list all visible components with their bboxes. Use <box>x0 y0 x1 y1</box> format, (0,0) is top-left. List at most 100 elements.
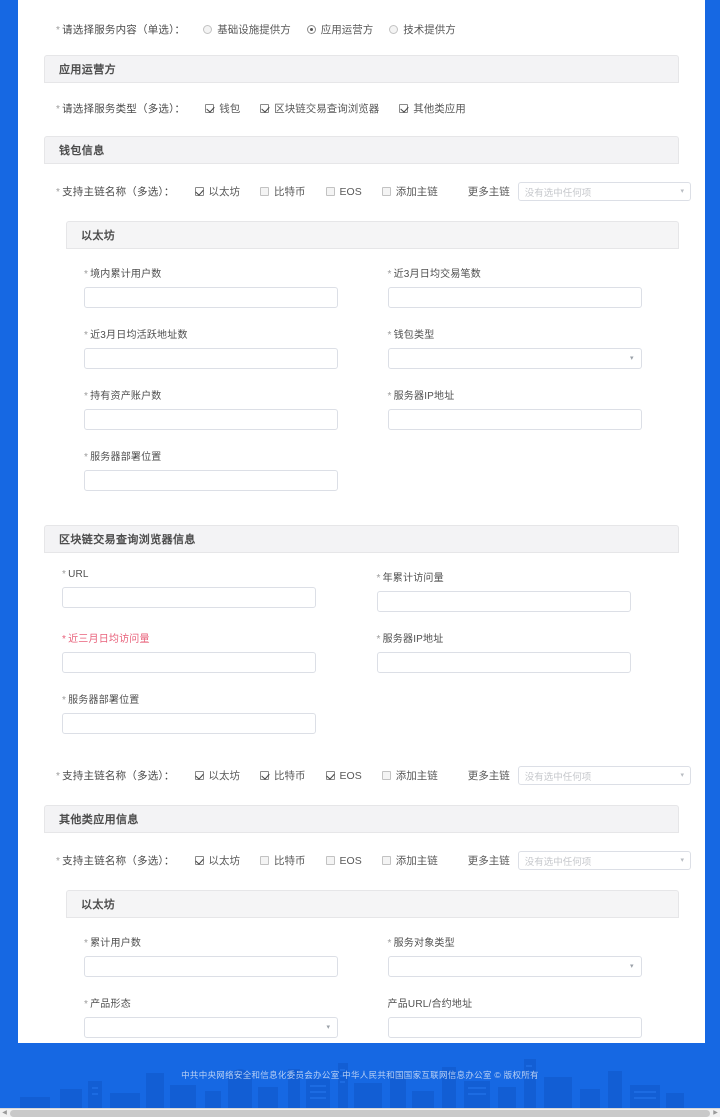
checkbox-option-ethereum[interactable]: 以太坊 <box>194 768 240 783</box>
more-chains-label: 更多主链 <box>467 770 510 782</box>
more-chains-select[interactable]: 没有选中任何项 ▾ <box>517 766 691 785</box>
section-header-explorer: 区块链交易查询浏览器信息 <box>44 525 679 553</box>
checkbox-icon[interactable] <box>325 187 335 196</box>
checkbox-icon-checked[interactable] <box>194 771 204 780</box>
input-explorer-server-ip[interactable] <box>376 652 631 673</box>
horizontal-scrollbar[interactable]: ◀ ▶ <box>0 1108 720 1117</box>
radio-label: 技术提供方 <box>403 24 456 36</box>
checkbox-icon[interactable] <box>260 856 270 865</box>
input-server-ip[interactable] <box>387 409 642 430</box>
checkbox-label: 以太坊 <box>208 855 241 867</box>
radio-option-technology[interactable]: 技术提供方 <box>389 22 456 37</box>
checkbox-icon-checked[interactable] <box>205 104 215 113</box>
scrollbar-thumb[interactable] <box>10 1110 710 1117</box>
checkbox-label: 其他类应用 <box>413 103 466 115</box>
checkbox-option-add-chain[interactable]: 添加主链 <box>381 853 438 868</box>
input-annual-visits[interactable] <box>376 591 631 612</box>
other-app-chain-row: * 支持主链名称（多选）： 以太坊 比特币 EOS 添加主链 更多主链 没有选中… <box>32 833 691 884</box>
checkbox-option-ethereum[interactable]: 以太坊 <box>194 853 241 868</box>
scroll-left-icon[interactable]: ◀ <box>0 1110 9 1117</box>
checkbox-option-add-chain[interactable]: 添加主链 <box>381 768 438 783</box>
select-wallet-type[interactable]: ▾ <box>387 348 642 369</box>
checkbox-icon[interactable] <box>381 771 391 780</box>
input-total-users[interactable] <box>84 956 338 977</box>
checkbox-icon-checked[interactable] <box>260 771 270 780</box>
field-label: * 服务器部署位置 <box>84 452 162 463</box>
field-label: * 近3月日均活跃地址数 <box>84 330 188 341</box>
checkbox-option-eos[interactable]: EOS <box>325 186 362 198</box>
checkbox-icon[interactable] <box>325 856 335 865</box>
checkbox-icon-checked[interactable] <box>399 104 409 113</box>
radio-icon[interactable] <box>389 25 399 34</box>
checkbox-label: 添加主链 <box>395 770 438 782</box>
required-star-icon: * <box>56 104 61 115</box>
input-avg-daily-active-addr-3m[interactable] <box>84 348 338 369</box>
form-panel: *请选择服务内容（单选）： 基础设施提供方 应用运营方 技术提供方 应用运营方 <box>18 0 705 1043</box>
radio-icon-selected[interactable] <box>306 25 316 34</box>
required-star-icon: * <box>84 269 89 280</box>
field-label: * 近3月日均交易笔数 <box>387 269 481 280</box>
chevron-down-icon: ▾ <box>680 857 684 864</box>
other-app-chain-label: * 支持主链名称（多选）： <box>56 855 175 867</box>
more-chains-label: 更多主链 <box>467 186 510 198</box>
field-avg-daily-active-addr-3m: * 近3月日均活跃地址数 <box>84 326 388 369</box>
field-label: * 服务器IP地址 <box>387 391 455 402</box>
required-star-icon: * <box>62 569 67 580</box>
checkbox-option-bitcoin[interactable]: 比特币 <box>260 853 306 868</box>
checkbox-icon-checked[interactable] <box>194 856 204 865</box>
input-avg-daily-tx-3m[interactable] <box>387 287 642 308</box>
checkbox-option-bitcoin[interactable]: 比特币 <box>260 184 306 199</box>
checkbox-option-wallet[interactable]: 钱包 <box>205 101 240 116</box>
radio-option-infrastructure[interactable]: 基础设施提供方 <box>203 22 291 37</box>
checkbox-label: 添加主链 <box>395 855 438 867</box>
checkbox-label: 区块链交易查询浏览器 <box>274 103 380 115</box>
radio-option-operator[interactable]: 应用运营方 <box>306 22 373 37</box>
input-domestic-total-users[interactable] <box>84 287 338 308</box>
explorer-fields: * URL * 年累计访问量 * 近三月日均访问量 * 服务器IP地址 * 服务… <box>32 553 691 762</box>
input-explorer-url[interactable] <box>62 587 316 608</box>
field-server-location: * 服务器部署位置 <box>84 448 388 491</box>
checkbox-icon-checked[interactable] <box>325 771 335 780</box>
field-product-url: 产品URL/合约地址 <box>387 995 692 1038</box>
more-chains-placeholder: 没有选中任何项 <box>524 856 592 868</box>
field-avg-daily-tx-3m: * 近3月日均交易笔数 <box>387 265 692 308</box>
other-app-ethereum-fields: * 累计用户数 * 服务对象类型 ▾ * 产品形态 ▾ 产品URL/合约地址 <box>32 918 691 1043</box>
input-product-url[interactable] <box>387 1017 642 1038</box>
checkbox-icon-checked[interactable] <box>260 104 270 113</box>
subsection-header-ethereum-wallet: 以太坊 <box>66 221 679 249</box>
select-product-form[interactable]: ▾ <box>84 1017 338 1038</box>
field-service-target-type: * 服务对象类型 ▾ <box>387 934 692 977</box>
required-star-icon: * <box>62 634 67 645</box>
field-explorer-server-ip: * 服务器IP地址 <box>376 630 692 673</box>
checkbox-icon[interactable] <box>260 187 270 196</box>
checkbox-option-add-chain[interactable]: 添加主链 <box>381 184 438 199</box>
input-asset-holding-accounts[interactable] <box>84 409 338 430</box>
field-label: * URL <box>62 569 89 580</box>
form-content: *请选择服务内容（单选）： 基础设施提供方 应用运营方 技术提供方 应用运营方 <box>18 0 705 1043</box>
field-label: * 持有资产账户数 <box>84 391 162 402</box>
checkbox-option-eos[interactable]: EOS <box>325 855 362 867</box>
scroll-right-icon[interactable]: ▶ <box>711 1110 720 1117</box>
select-service-target-type[interactable]: ▾ <box>387 956 642 977</box>
checkbox-label: 钱包 <box>219 103 241 115</box>
required-star-icon: * <box>84 938 89 949</box>
field-label-error: * 近三月日均访问量 <box>62 634 150 645</box>
checkbox-option-eos[interactable]: EOS <box>325 770 362 782</box>
required-star-icon: * <box>387 391 392 402</box>
section-header-other-app: 其他类应用信息 <box>44 805 679 833</box>
required-star-icon: * <box>62 695 67 706</box>
more-chains-select[interactable]: 没有选中任何项 ▾ <box>517 851 691 870</box>
checkbox-option-bitcoin[interactable]: 比特币 <box>260 768 306 783</box>
checkbox-option-other-app[interactable]: 其他类应用 <box>399 101 466 116</box>
checkbox-icon[interactable] <box>381 187 391 196</box>
checkbox-option-ethereum[interactable]: 以太坊 <box>194 184 240 199</box>
checkbox-icon-checked[interactable] <box>194 187 204 196</box>
radio-icon[interactable] <box>203 25 213 34</box>
input-avg-daily-visits-3m[interactable] <box>62 652 316 673</box>
checkbox-option-explorer[interactable]: 区块链交易查询浏览器 <box>260 101 379 116</box>
checkbox-icon[interactable] <box>381 856 391 865</box>
field-annual-visits: * 年累计访问量 <box>376 569 692 612</box>
input-server-location[interactable] <box>84 470 338 491</box>
more-chains-select[interactable]: 没有选中任何项 ▾ <box>517 182 691 201</box>
input-explorer-server-location[interactable] <box>62 713 316 734</box>
